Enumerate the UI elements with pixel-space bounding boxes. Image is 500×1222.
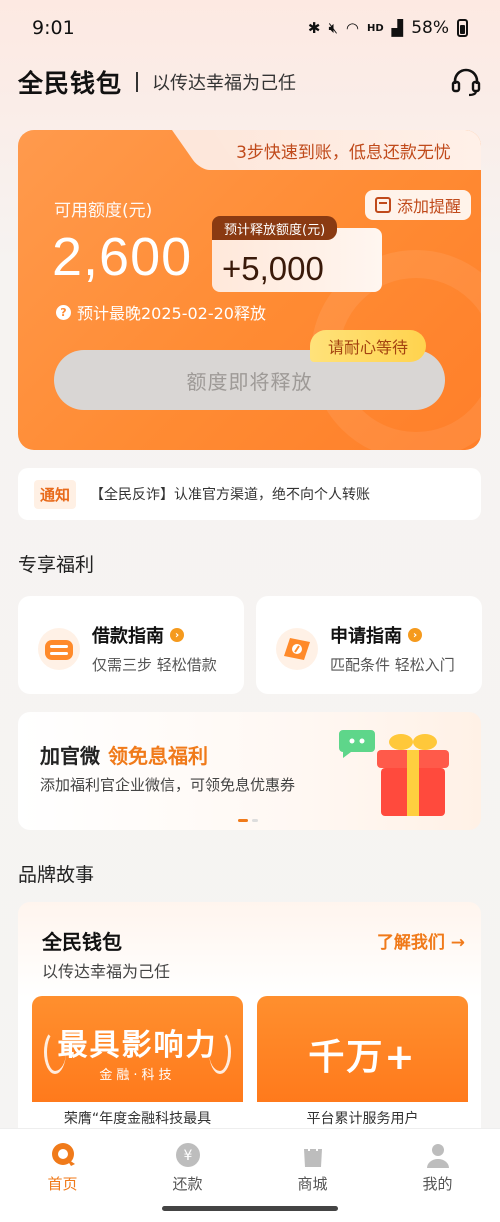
svg-text:¥: ¥ — [183, 1148, 192, 1164]
question-icon[interactable]: ? — [56, 304, 71, 320]
brand-story-section-title: 品牌故事 — [18, 864, 95, 886]
credit-card-panel: 3步快速到账，低息还款无忧 可用额度(元) 添加提醒 2,600 预计释放额度(… — [18, 130, 481, 450]
notice-text: 【全民反诈】认准官方渠道，绝不向个人转账 — [90, 487, 371, 503]
signal-icon: ▟ — [391, 19, 404, 37]
apply-guide-icon — [276, 628, 318, 670]
battery-percent: 58% — [411, 18, 449, 38]
wait-badge: 请耐心等待 — [310, 330, 427, 362]
battery-icon — [457, 19, 468, 37]
hero-promo-tab: 3步快速到账，低息还款无忧 — [206, 130, 481, 170]
apply-guide-subtitle: 匹配条件 轻松入门 — [330, 656, 455, 674]
status-bar: 9:01 ✱ 🔇︎ ◠ HD ▟ 58% — [0, 0, 500, 56]
customer-service-icon[interactable] — [450, 66, 482, 98]
available-credit-amount: 2,600 — [52, 227, 193, 287]
carousel-indicator — [238, 819, 258, 822]
arrow-right-icon: › — [408, 628, 422, 642]
award-tile-headline: 最具影响力 — [57, 1028, 218, 1063]
status-icons: ✱ 🔇︎ ◠ HD ▟ 58% — [308, 18, 468, 38]
tab-repay[interactable]: ¥ 还款 — [125, 1141, 250, 1194]
home-icon — [51, 1143, 75, 1166]
users-tile-caption: 平台累计服务用户 — [306, 1111, 419, 1127]
banner-title: 加官微 领免息福利 — [40, 744, 208, 768]
brand-story-subtitle: 以传达幸福为己任 — [42, 962, 171, 981]
award-tile-caption: 荣膺“年度金融科技最具 — [63, 1111, 212, 1127]
wifi-icon: ◠ — [345, 19, 359, 37]
calendar-icon — [374, 197, 391, 213]
wechat-benefit-banner[interactable]: 加官微 领免息福利 添加福利官企业微信，可领免息优惠券 — [18, 712, 481, 830]
loan-guide-title: 借款指南 › — [92, 622, 184, 648]
mute-icon: 🔇︎ — [328, 19, 338, 37]
notice-bar[interactable]: 通知 【全民反诈】认准官方渠道，绝不向个人转账 — [18, 468, 481, 520]
pending-release-tag: 预计释放额度(元) — [212, 216, 338, 240]
tab-mall[interactable]: 商城 — [250, 1141, 375, 1194]
notice-tag: 通知 — [34, 479, 77, 509]
award-tile-image: 最具影响力 金融·科技 — [32, 996, 243, 1102]
add-reminder-button[interactable]: 添加提醒 — [365, 190, 471, 220]
banner-highlight: 领免息福利 — [108, 744, 208, 768]
award-tile-tagline: 金融·科技 — [99, 1068, 176, 1083]
apply-guide-title: 申请指南 › — [330, 622, 422, 648]
gift-box-icon — [377, 734, 449, 816]
tab-home[interactable]: 首页 — [0, 1141, 125, 1194]
benefits-section-title: 专享福利 — [18, 554, 95, 576]
bluetooth-icon: ✱ — [307, 19, 321, 37]
loan-guide-card[interactable]: 借款指南 › 仅需三步 轻松借款 — [18, 596, 244, 694]
release-eta: ? 预计最晚2025-02-20释放 — [56, 300, 266, 324]
loan-guide-subtitle: 仅需三步 轻松借款 — [92, 656, 217, 674]
about-us-link[interactable]: 了解我们 → — [377, 928, 465, 953]
status-time: 9:01 — [32, 17, 75, 39]
pending-release-box: 预计释放额度(元) +5,000 — [212, 216, 382, 292]
available-credit-label: 可用额度(元) — [54, 201, 153, 221]
award-tile[interactable]: 最具影响力 金融·科技 荣膺“年度金融科技最具 — [32, 996, 243, 1136]
brand-name: 全民钱包 — [18, 69, 123, 98]
shopping-bag-icon — [303, 1143, 322, 1167]
loan-guide-icon — [38, 628, 80, 670]
brand-story-title: 全民钱包 — [42, 930, 122, 954]
users-tile[interactable]: 千万+ 平台累计服务用户 — [257, 996, 468, 1136]
arrow-right-icon: › — [170, 628, 184, 642]
users-tile-image: 千万+ — [257, 996, 468, 1102]
home-indicator — [162, 1206, 338, 1211]
brand-story-card: 全民钱包 以传达幸福为己任 了解我们 → 最具影响力 金融·科技 荣膺“年度金融… — [18, 902, 481, 1142]
yuan-coin-icon: ¥ — [175, 1143, 200, 1167]
user-icon — [426, 1144, 449, 1168]
apply-guide-card[interactable]: 申请指南 › 匹配条件 轻松入门 — [256, 596, 482, 694]
users-tile-headline: 千万+ — [308, 1037, 417, 1078]
tab-profile[interactable]: 我的 — [375, 1141, 500, 1194]
header-divider — [136, 72, 139, 92]
network-type: HD — [366, 22, 384, 34]
brand-slogan: 以传达幸福为己任 — [152, 73, 297, 94]
banner-subtitle: 添加福利官企业微信，可领免息优惠券 — [40, 776, 296, 794]
app-header: 全民钱包 以传达幸福为己任 — [18, 62, 482, 102]
pending-release-amount: +5,000 — [222, 250, 324, 287]
